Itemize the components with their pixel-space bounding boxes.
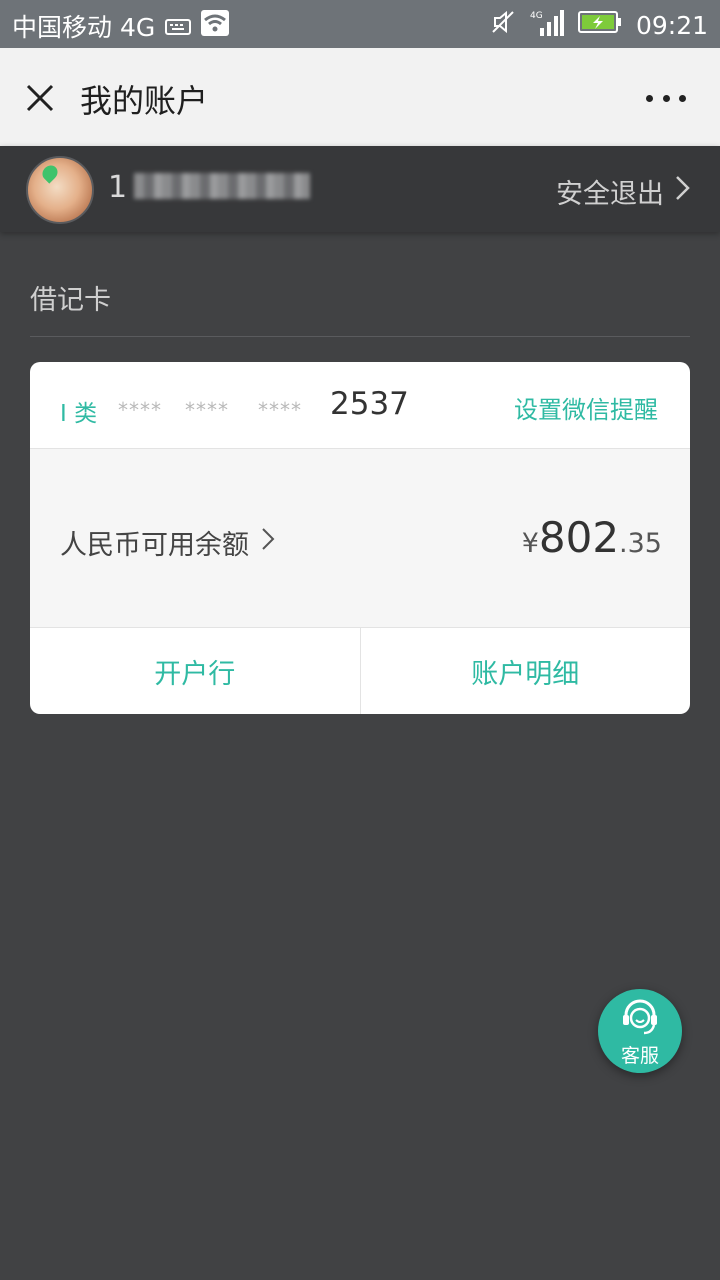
balance-integer: 802 (538, 513, 620, 562)
account-details-button[interactable]: 账户明细 (359, 628, 691, 714)
customer-service-label: 客服 (620, 1045, 659, 1067)
signal-icon: 4G (530, 8, 564, 42)
balance-label-row[interactable]: 人民币可用余额 (60, 523, 275, 562)
carrier-label: 中国移动 4G (12, 13, 156, 42)
logout-label: 安全退出 (556, 179, 664, 210)
debit-card: I 类 **** **** **** 2537 设置微信提醒 人民币可用余额 ¥… (30, 362, 690, 714)
more-icon[interactable] (646, 88, 686, 108)
wechat-remind-link[interactable]: 设置微信提醒 (514, 390, 658, 425)
card-number-mask: **** (258, 398, 302, 422)
avatar (26, 156, 94, 224)
divider (30, 336, 690, 337)
chevron-right-icon (674, 175, 690, 208)
bank-branch-button[interactable]: 开户行 (30, 628, 360, 714)
headset-icon (618, 995, 662, 1039)
phone-prefix: 1 (108, 170, 131, 205)
card-footer: 开户行 账户明细 (30, 628, 690, 714)
chevron-right-icon (261, 527, 275, 558)
card-number-mask: **** (185, 398, 229, 422)
svg-text:4G: 4G (530, 11, 543, 21)
user-bar: 1 安全退出 (0, 146, 720, 232)
phone-number: 1 (108, 170, 311, 205)
balance-amount: ¥802.35 (522, 513, 662, 562)
balance-decimal: .35 (619, 528, 662, 559)
status-bar: 中国移动 4G 4G 09:21 (0, 0, 720, 48)
card-header: I 类 **** **** **** 2537 设置微信提醒 (30, 362, 690, 449)
close-icon[interactable] (22, 80, 58, 116)
section-label: 借记卡 (30, 285, 111, 316)
logout-button[interactable]: 安全退出 (556, 172, 690, 211)
card-number-mask: **** (118, 398, 162, 422)
wifi-icon (201, 10, 230, 42)
page-title: 我的账户 (80, 82, 209, 120)
mute-icon (490, 9, 516, 41)
currency-symbol: ¥ (521, 528, 539, 559)
customer-service-button[interactable]: 客服 (598, 989, 682, 1073)
clock: 09:21 (635, 10, 708, 40)
keyboard-icon (165, 12, 192, 41)
balance-label: 人民币可用余额 (60, 530, 249, 561)
top-bar: 我的账户 (0, 48, 720, 146)
phone-masked-digits (134, 173, 311, 199)
battery-charging-icon (577, 10, 622, 40)
balance-section[interactable]: 人民币可用余额 ¥802.35 (30, 449, 690, 628)
card-last4: 2537 (330, 386, 409, 422)
card-class-label: I 类 (60, 401, 98, 427)
